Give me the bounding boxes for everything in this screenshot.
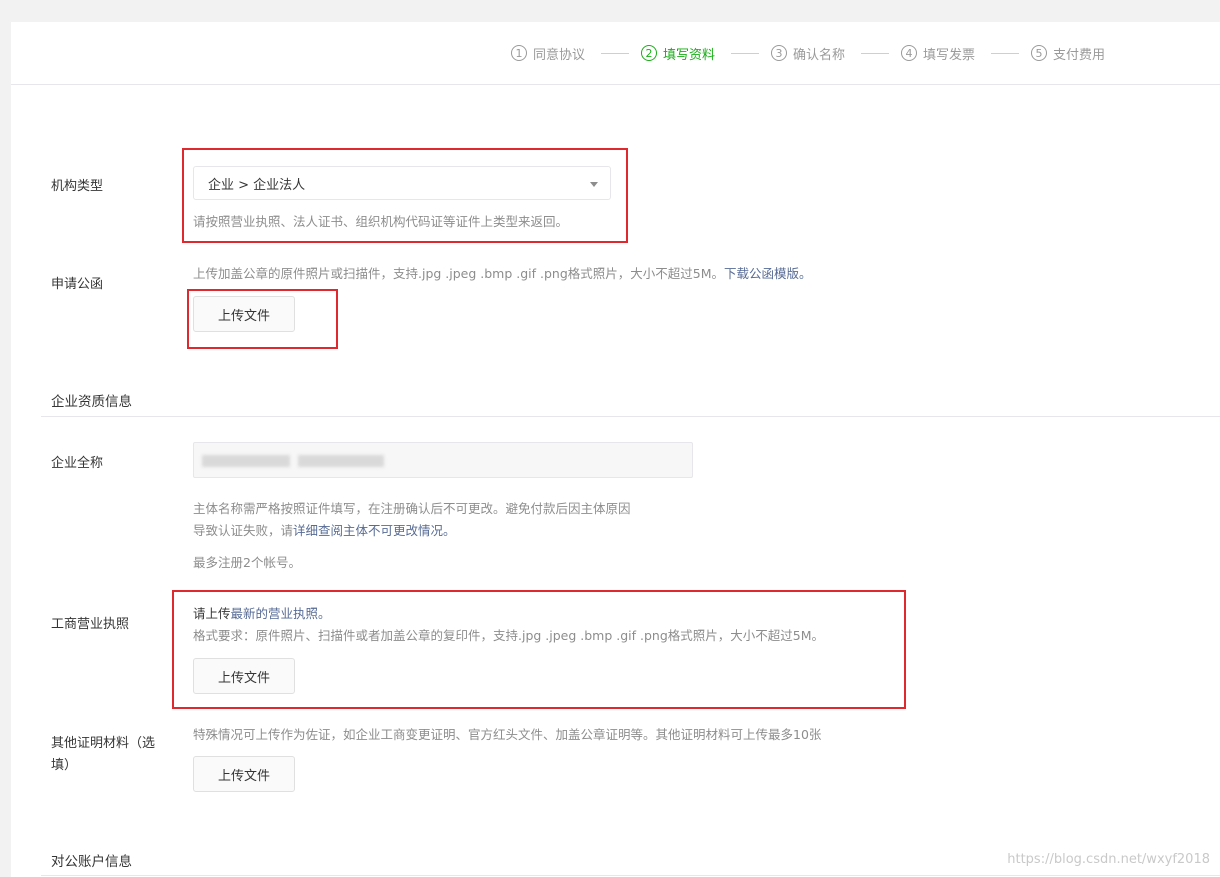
step-label: 同意协议	[533, 47, 586, 63]
company-name-tip-1: 主体名称需严格按照证件填写，在注册确认后不可更改。避免付款后因主体原因	[193, 501, 631, 516]
highlight-box	[187, 289, 338, 349]
unchangeable-info-link[interactable]: 详细查阅主体不可更改情况。	[293, 523, 456, 538]
letter-tip-text: 上传加盖公章的原件照片或扫描件，支持.jpg .jpeg .bmp .gif .…	[193, 266, 725, 281]
step-label: 支付费用	[1053, 47, 1106, 63]
upload-other-button[interactable]: 上传文件	[193, 756, 295, 792]
registration-form-page: 1 同意协议 2 填写资料 3 确认名称 4 填写发票 5 支付费用 机构类型 …	[11, 22, 1220, 877]
step-number: 4	[901, 45, 917, 61]
highlight-box	[172, 590, 906, 709]
highlight-box	[182, 148, 628, 243]
watermark: https://blog.csdn.net/wxyf2018	[1007, 852, 1210, 867]
step-label: 填写资料	[663, 47, 716, 63]
other-materials-tip: 特殊情况可上传作为佐证，如企业工商变更证明、官方红头文件、加盖公章证明等。其他证…	[193, 727, 822, 742]
step-connector	[861, 53, 889, 54]
step-fill-info: 2 填写资料	[641, 42, 715, 64]
redacted-text	[298, 455, 384, 467]
company-name-tip-2-text: 导致认证失败，请	[193, 523, 294, 538]
letter-label: 申请公函	[51, 277, 104, 292]
account-section-title: 对公账户信息	[51, 854, 132, 870]
letter-tip: 上传加盖公章的原件照片或扫描件，支持.jpg .jpeg .bmp .gif .…	[193, 263, 812, 285]
step-number: 2	[641, 45, 657, 61]
progress-stepper: 1 同意协议 2 填写资料 3 确认名称 4 填写发票 5 支付费用	[11, 22, 1220, 85]
account-limit-tip: 最多注册2个帐号。	[193, 555, 301, 570]
step-invoice: 4 填写发票	[901, 42, 975, 64]
step-number: 1	[511, 45, 527, 61]
other-materials-label-line2: 填）	[51, 758, 78, 773]
step-connector	[601, 53, 629, 54]
other-materials-label-line1: 其他证明材料（选	[51, 736, 156, 751]
company-name-label: 企业全称	[51, 456, 104, 471]
org-type-label: 机构类型	[51, 179, 104, 194]
step-label: 确认名称	[793, 47, 846, 63]
step-agreement: 1 同意协议	[511, 42, 585, 64]
step-number: 3	[771, 45, 787, 61]
step-payment: 5 支付费用	[1031, 42, 1105, 64]
step-connector	[731, 53, 759, 54]
download-template-link[interactable]: 下载公函模版。	[724, 266, 812, 281]
company-name-tip-2: 导致认证失败，请详细查阅主体不可更改情况。	[193, 520, 456, 542]
qualification-section-title: 企业资质信息	[51, 394, 132, 410]
company-name-input[interactable]	[193, 442, 693, 478]
step-number: 5	[1031, 45, 1047, 61]
step-confirm-name: 3 确认名称	[771, 42, 845, 64]
other-materials-label: 其他证明材料（选 填）	[51, 733, 155, 777]
section-divider	[41, 875, 1220, 876]
redacted-text	[202, 455, 290, 467]
section-divider	[41, 416, 1220, 417]
step-connector	[991, 53, 1019, 54]
business-license-label: 工商营业执照	[51, 617, 130, 632]
step-label: 填写发票	[923, 47, 976, 63]
